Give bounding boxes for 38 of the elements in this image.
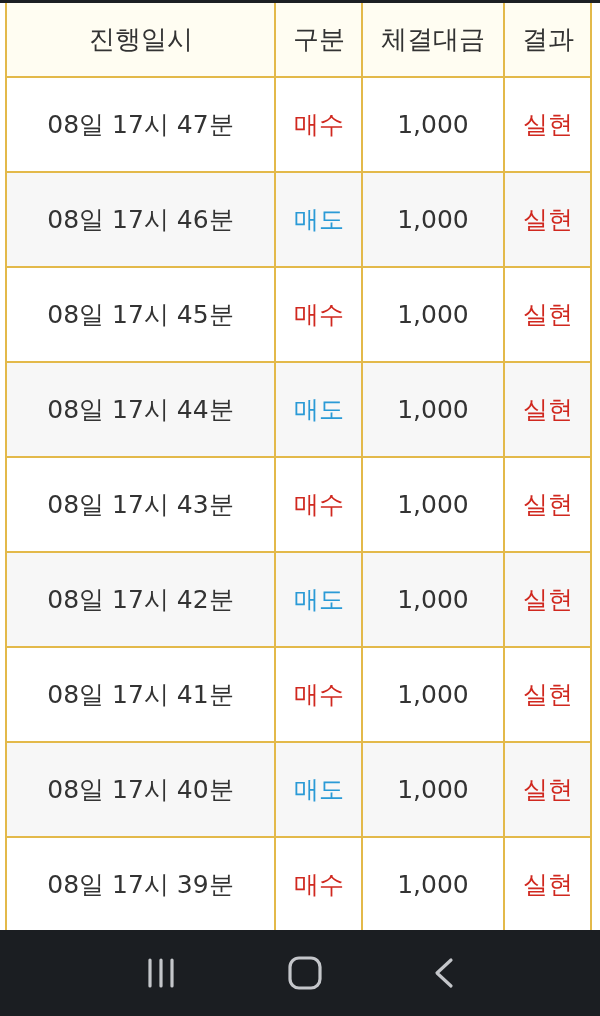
table-cell: 매도 (276, 743, 363, 836)
table-cell: 08일 17시 44분 (7, 363, 276, 456)
table-cell: 매도 (276, 553, 363, 646)
table-cell-text: 실현 (521, 204, 574, 236)
table-cell: 매수 (276, 268, 363, 361)
table-cell: 매수 (276, 648, 363, 741)
table-cell: 1,000 (363, 458, 505, 551)
table-cell: 매수 (276, 458, 363, 551)
table-cell: 08일 17시 41분 (7, 648, 276, 741)
column-header: 구분 (276, 3, 363, 76)
table-cell: 08일 17시 46분 (7, 173, 276, 266)
table-cell: 08일 17시 47분 (7, 78, 276, 171)
table-cell: 08일 17시 45분 (7, 268, 276, 361)
table-cell: 1,000 (363, 363, 505, 456)
table-cell: 매수 (276, 78, 363, 171)
table-cell-text: 실현 (521, 679, 574, 711)
table-cell: 1,000 (363, 648, 505, 741)
table-cell: 1,000 (363, 553, 505, 646)
table-cell: 1,000 (363, 173, 505, 266)
table-cell-text: 실현 (521, 109, 574, 141)
column-header: 체결대금 (363, 3, 505, 76)
table-cell: 1,000 (363, 78, 505, 171)
table-cell-text: 실현 (521, 869, 574, 901)
table-cell-text: 실현 (521, 774, 574, 806)
table-cell: 매도 (276, 173, 363, 266)
table-cell-text: 실현 (521, 299, 574, 331)
home-icon[interactable] (288, 956, 322, 990)
table-cell: 08일 17시 42분 (7, 553, 276, 646)
table-cell-text: 실현 (521, 394, 574, 426)
table-cell: 08일 17시 40분 (7, 743, 276, 836)
table-cell-text: 실현 (521, 489, 574, 521)
column-header: 결과 (520, 23, 575, 56)
table-cell: 1,000 (363, 743, 505, 836)
table-cell: 08일 17시 43분 (7, 458, 276, 551)
table-cell-text: 실현 (521, 584, 574, 616)
column-header: 진행일시 (7, 3, 276, 76)
table-cell: 1,000 (363, 268, 505, 361)
table-cell: 매도 (276, 363, 363, 456)
